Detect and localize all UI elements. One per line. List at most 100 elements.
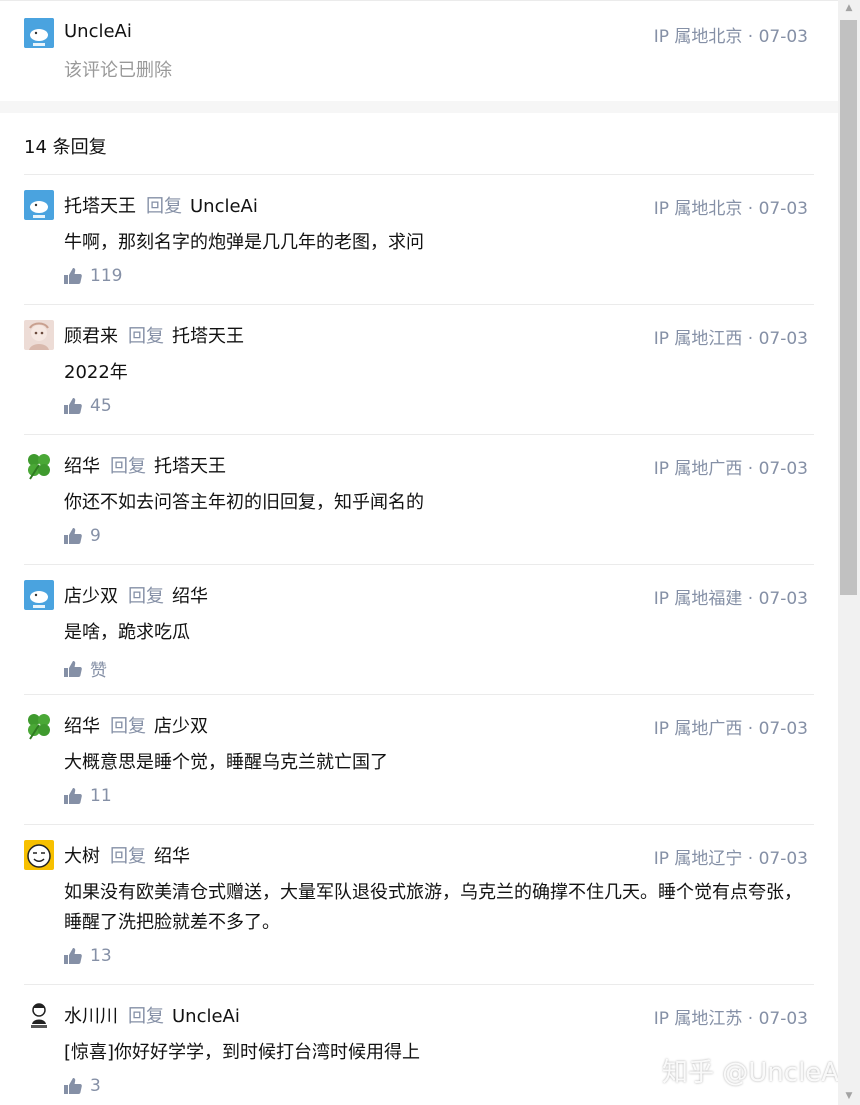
smiley-avatar-icon <box>24 840 54 870</box>
like-button[interactable]: 45 <box>64 396 112 416</box>
like-button[interactable]: 3 <box>64 1076 101 1096</box>
reply-item: 大树 回复 绍华 IP 属地辽宁 · 07-03 如果没有欧美清仓式赠送，大量军队退… <box>0 824 838 984</box>
thumbs-up-icon <box>64 398 82 414</box>
top-comment: UncleAi IP 属地北京 · 07-03 该评论已删除 <box>0 0 838 102</box>
like-button[interactable]: 9 <box>64 526 101 546</box>
whale-avatar-icon <box>24 18 54 48</box>
reply-content: 牛啊，那刻名字的炮弹是几几年的老图，求问 <box>64 232 424 253</box>
vertical-scrollbar[interactable]: ▲ ▼ <box>838 0 860 1105</box>
thumbs-up-icon <box>64 1078 82 1094</box>
reply-item: 托塔天王 回复 UncleAi IP 属地北京 · 07-03 牛啊，那刻名字的炮弹… <box>0 174 838 304</box>
section-separator <box>0 101 838 113</box>
divider <box>24 824 814 825</box>
avatar[interactable] <box>24 840 54 870</box>
thumbs-up-icon <box>64 660 82 677</box>
scroll-up-arrow-icon[interactable]: ▲ <box>838 0 860 17</box>
watermark: 知乎 @UncleAi <box>662 1058 838 1088</box>
comment-meta: IP 属地北京 · 07-03 <box>653 27 808 47</box>
reply-label: 回复 <box>128 326 164 347</box>
avatar[interactable] <box>24 450 54 480</box>
username[interactable]: UncleAi <box>64 21 132 42</box>
reply-author[interactable]: 顾君来 <box>64 326 118 347</box>
like-count: 3 <box>90 1076 101 1096</box>
deleted-comment-text: 该评论已删除 <box>64 60 172 81</box>
like-button[interactable]: 赞 <box>64 656 107 681</box>
clover-avatar-icon <box>24 450 54 480</box>
reply-author[interactable]: 绍华 <box>64 716 100 737</box>
reply-meta: IP 属地广西 · 07-03 <box>653 719 808 739</box>
scrollbar-thumb[interactable] <box>840 20 857 595</box>
reply-meta: IP 属地辽宁 · 07-03 <box>653 849 808 869</box>
clover-avatar-icon <box>24 710 54 740</box>
like-count: 13 <box>90 946 112 966</box>
thumbs-up-icon <box>64 948 82 964</box>
reply-header: 绍华 回复 托塔天王 <box>64 452 226 478</box>
avatar[interactable] <box>24 18 54 48</box>
divider <box>24 564 814 565</box>
reply-item: 绍华 回复 托塔天王 IP 属地广西 · 07-03 你还不如去问答主年初的旧回复，… <box>0 434 838 564</box>
reply-label: 回复 <box>128 586 164 607</box>
reply-target[interactable]: 托塔天王 <box>172 326 244 347</box>
divider <box>24 434 814 435</box>
reply-author[interactable]: 店少双 <box>64 586 118 607</box>
reply-label: 回复 <box>110 456 146 477</box>
reply-header: 顾君来 回复 托塔天王 <box>64 322 244 348</box>
reply-count: 14 条回复 <box>24 137 107 158</box>
photo-avatar-icon <box>24 320 54 350</box>
reply-author[interactable]: 绍华 <box>64 456 100 477</box>
avatar[interactable] <box>24 710 54 740</box>
like-count: 45 <box>90 396 112 416</box>
avatar[interactable] <box>24 1000 54 1030</box>
reply-label: 回复 <box>146 196 182 217</box>
avatar[interactable] <box>24 190 54 220</box>
reply-item: 顾君来 回复 托塔天王 IP 属地江西 · 07-03 2022年 45 <box>0 304 838 434</box>
divider <box>24 304 814 305</box>
like-button[interactable]: 11 <box>64 786 112 806</box>
reply-item: 店少双 回复 绍华 IP 属地福建 · 07-03 是啥，跪求吃瓜 赞 <box>0 564 838 694</box>
like-count: 11 <box>90 786 112 806</box>
thumbs-up-icon <box>64 788 82 804</box>
reply-author[interactable]: 水川川 <box>64 1006 118 1027</box>
reply-label: 回复 <box>110 846 146 867</box>
avatar[interactable] <box>24 320 54 350</box>
whale-avatar-icon <box>24 580 54 610</box>
like-button[interactable]: 119 <box>64 266 122 286</box>
divider <box>24 694 814 695</box>
reply-content: 大概意思是睡个觉，睡醒乌克兰就亡国了 <box>64 752 388 773</box>
scroll-down-arrow-icon[interactable]: ▼ <box>838 1088 860 1105</box>
comment-panel: UncleAi IP 属地北京 · 07-03 该评论已删除 14 条回复 托塔… <box>0 0 838 1105</box>
reply-target[interactable]: 托塔天王 <box>154 456 226 477</box>
reply-target[interactable]: UncleAi <box>172 1006 240 1027</box>
reply-target[interactable]: 绍华 <box>154 846 190 867</box>
reply-meta: IP 属地江苏 · 07-03 <box>653 1009 808 1029</box>
cartoon-avatar-icon <box>24 1000 54 1030</box>
reply-label: 回复 <box>110 716 146 737</box>
reply-meta: IP 属地福建 · 07-03 <box>653 589 808 609</box>
whale-avatar-icon <box>24 190 54 220</box>
reply-content: 2022年 <box>64 362 128 383</box>
like-count: 赞 <box>90 661 107 681</box>
divider <box>24 174 814 175</box>
reply-content: 你还不如去问答主年初的旧回复，知乎闻名的 <box>64 492 424 513</box>
reply-header: 水川川 回复 UncleAi <box>64 1002 240 1028</box>
divider <box>24 984 814 985</box>
thumbs-up-icon <box>64 268 82 284</box>
avatar[interactable] <box>24 580 54 610</box>
reply-header: 大树 回复 绍华 <box>64 842 190 868</box>
reply-header: 店少双 回复 绍华 <box>64 582 208 608</box>
reply-item: 绍华 回复 店少双 IP 属地广西 · 07-03 大概意思是睡个觉，睡醒乌克兰就亡… <box>0 694 838 824</box>
reply-author[interactable]: 大树 <box>64 846 100 867</box>
reply-meta: IP 属地北京 · 07-03 <box>653 199 808 219</box>
reply-target[interactable]: UncleAi <box>190 196 258 217</box>
like-count: 119 <box>90 266 123 286</box>
reply-target[interactable]: 绍华 <box>172 586 208 607</box>
reply-header: 绍华 回复 店少双 <box>64 712 208 738</box>
reply-label: 回复 <box>128 1006 164 1027</box>
reply-meta: IP 属地广西 · 07-03 <box>653 459 808 479</box>
reply-author[interactable]: 托塔天王 <box>64 196 136 217</box>
like-button[interactable]: 13 <box>64 946 112 966</box>
thumbs-up-icon <box>64 528 82 544</box>
reply-content: 是啥，跪求吃瓜 <box>64 622 190 643</box>
reply-content: 如果没有欧美清仓式赠送，大量军队退役式旅游，乌克兰的确撑不住几天。睡个觉有点夸张… <box>64 882 802 933</box>
reply-target[interactable]: 店少双 <box>154 716 208 737</box>
